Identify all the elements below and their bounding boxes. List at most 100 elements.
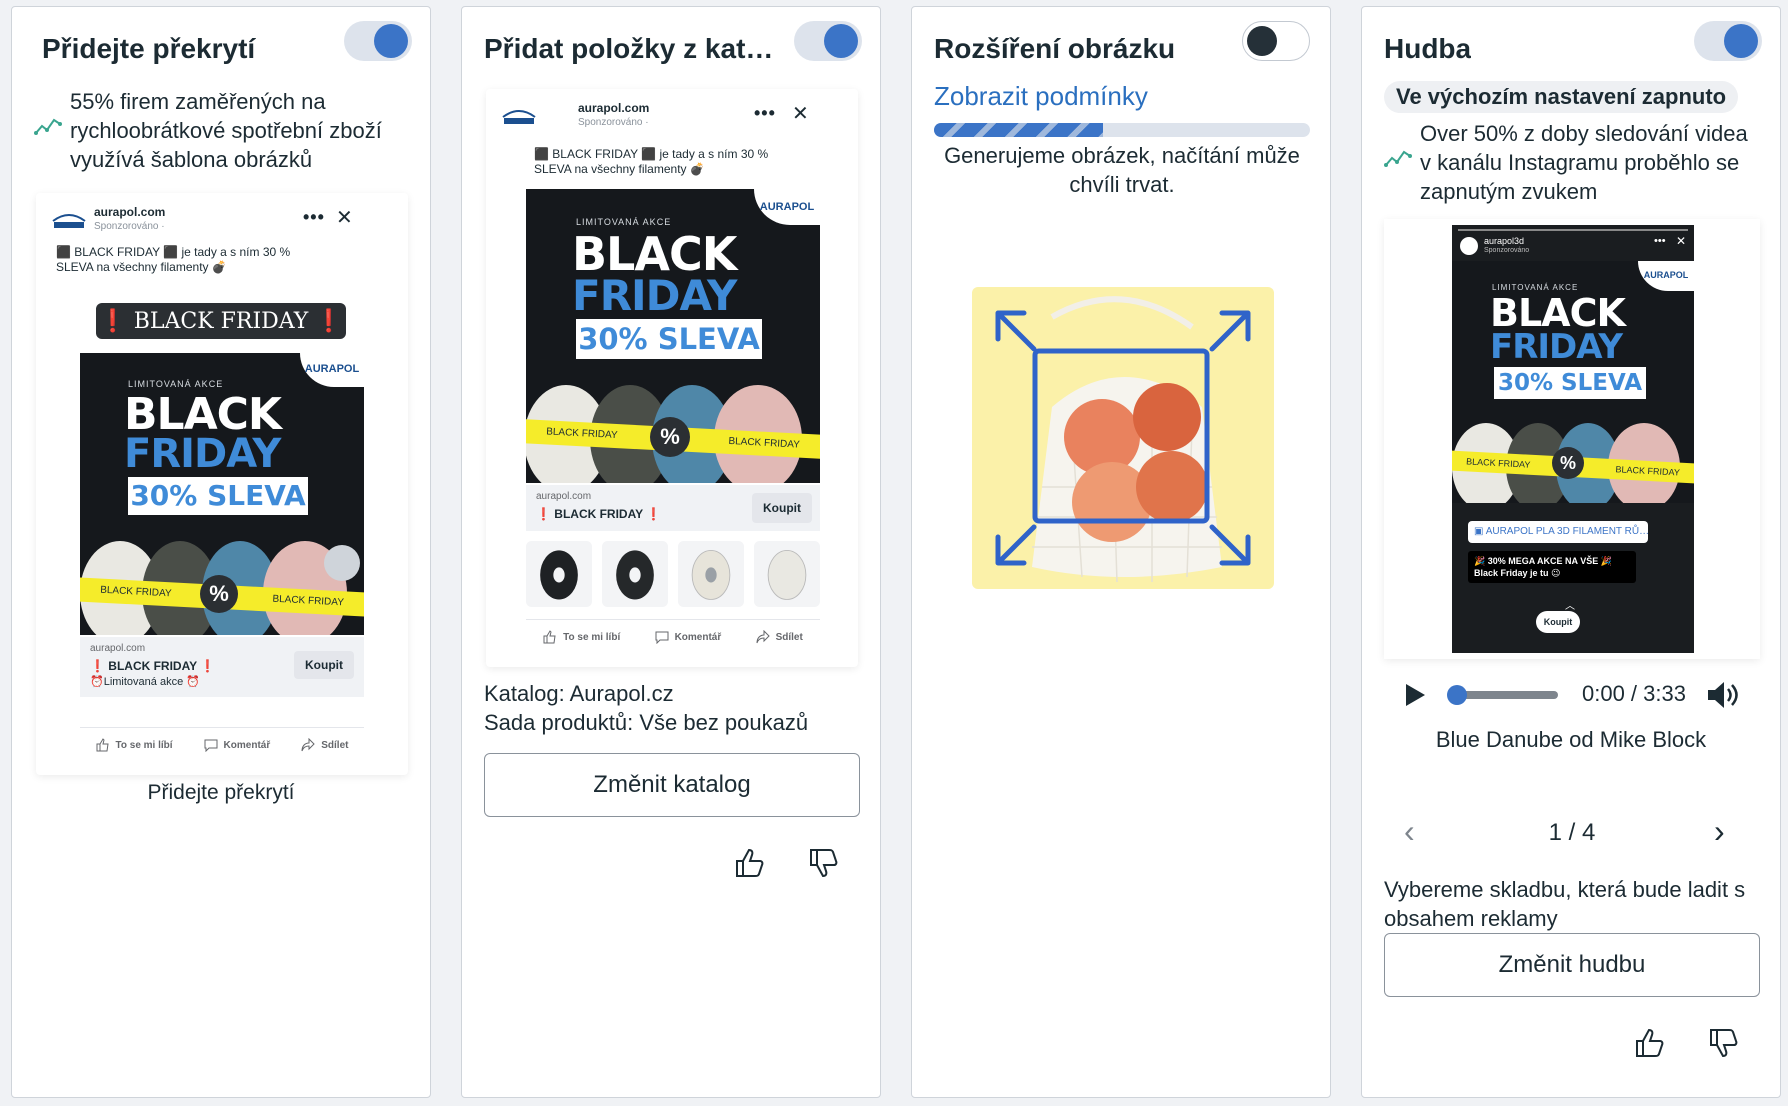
card-music: Hudba Ve výchozím nastavení zapnuto Over… bbox=[1361, 6, 1781, 1098]
preview-caption: Přidejte překrytí bbox=[147, 781, 295, 804]
card-title: Přidejte překrytí bbox=[42, 33, 256, 64]
comment-action[interactable]: Komentář bbox=[204, 738, 270, 752]
story-preview: aurapol3d Sponzorováno ••• ✕ AURAPOL LIM… bbox=[1384, 219, 1760, 659]
seek-thumb[interactable] bbox=[1447, 685, 1467, 705]
comment-action[interactable]: Komentář bbox=[655, 630, 722, 644]
close-icon[interactable]: ✕ bbox=[792, 101, 809, 126]
cta-button[interactable]: Koupit bbox=[752, 493, 812, 523]
card-image-expansion: Rozšíření obrázku Zobrazit podmínky Gene… bbox=[911, 6, 1331, 1098]
cta-title: ❗ BLACK FRIDAY ❗ bbox=[90, 659, 216, 673]
product-thumbnail[interactable] bbox=[526, 539, 592, 609]
change-music-button[interactable]: Změnit hudbu bbox=[1384, 933, 1760, 997]
play-icon[interactable] bbox=[1400, 681, 1428, 709]
image-expansion-illustration bbox=[972, 287, 1274, 589]
catalog-product-carousel[interactable] bbox=[526, 539, 820, 611]
toggle-knob bbox=[374, 24, 408, 58]
band-text-right: BLACK FRIDAY bbox=[272, 593, 345, 609]
poster-label: LIMITOVANÁ AKCE bbox=[576, 217, 672, 227]
cta-site: aurapol.com bbox=[90, 643, 146, 654]
comment-icon bbox=[204, 739, 218, 752]
chevron-right-icon[interactable]: › bbox=[1714, 813, 1725, 850]
product-thumbnail[interactable] bbox=[754, 539, 820, 609]
brand-logo-icon bbox=[502, 110, 536, 124]
overlay-banner: ❗ BLACK FRIDAY ❗ bbox=[96, 303, 346, 339]
music-description: Vybereme skladbu, která bude ladit s obs… bbox=[1384, 877, 1746, 931]
ad-actions: To se mi líbí Komentář Sdílet bbox=[80, 727, 364, 752]
progress-fill bbox=[934, 123, 1104, 137]
story-sponsored: Sponzorováno bbox=[1484, 247, 1530, 254]
volume-icon[interactable] bbox=[1706, 679, 1742, 711]
band-text-right: BLACK FRIDAY bbox=[728, 435, 801, 451]
story-avatar bbox=[1460, 237, 1478, 255]
band-text-left: BLACK FRIDAY bbox=[99, 584, 172, 600]
comment-label: Komentář bbox=[674, 631, 722, 643]
like-action[interactable]: To se mi líbí bbox=[543, 630, 620, 644]
view-terms-link[interactable]: Zobrazit podmínky bbox=[934, 81, 1148, 112]
overlay-toggle[interactable] bbox=[344, 21, 412, 61]
song-title: Blue Danube od Mike Block bbox=[1435, 727, 1707, 752]
more-icon[interactable]: ••• bbox=[754, 103, 776, 124]
comment-icon bbox=[655, 631, 669, 644]
card-overlay: Přidejte překrytí 55% firem zaměřených n… bbox=[11, 6, 431, 1098]
product-set-line: Sada produktů: Vše bez poukazů bbox=[484, 710, 809, 735]
cta-sub: ⏰Limitovaná akce ⏰ bbox=[90, 676, 200, 688]
story-progress bbox=[1458, 229, 1688, 231]
ad-preview: aurapol.com Sponzorováno · ••• ✕ ⬛ BLACK… bbox=[36, 193, 408, 775]
product-thumbnail[interactable] bbox=[678, 539, 744, 609]
seek-track[interactable] bbox=[1454, 691, 1558, 699]
more-icon[interactable]: ••• bbox=[303, 207, 325, 228]
like-label: To se mi líbí bbox=[563, 631, 621, 643]
stat: Over 50% z doby sledování videa v kanálu… bbox=[1384, 119, 1764, 209]
percent-badge: % bbox=[650, 417, 690, 457]
player-time: 0:00 / 3:33 bbox=[1582, 681, 1686, 706]
toggle-knob bbox=[824, 24, 858, 58]
ad-header: aurapol.com Sponzorováno · ••• ✕ bbox=[486, 89, 858, 143]
share-action[interactable]: Sdílet bbox=[756, 630, 803, 644]
more-icon[interactable]: ••• bbox=[1654, 235, 1666, 247]
close-icon[interactable]: ✕ bbox=[1676, 234, 1686, 248]
stat-text: 55% firem zaměřených na rychloobrátkové … bbox=[70, 89, 382, 172]
share-action[interactable]: Sdílet bbox=[301, 738, 348, 752]
stat: 55% firem zaměřených na rychloobrátkové … bbox=[34, 87, 414, 177]
percent-badge: % bbox=[200, 575, 238, 613]
thumbs-down-icon[interactable] bbox=[808, 847, 840, 879]
thumbs-down-icon[interactable] bbox=[1708, 1027, 1740, 1059]
card-title: Přidat položky z katal… bbox=[484, 33, 784, 64]
trend-line-icon bbox=[34, 118, 62, 135]
product-tag[interactable]: ▣ AURAPOL PLA 3D FILAMENT RŮ… bbox=[1468, 521, 1648, 543]
like-action[interactable]: To se mi líbí bbox=[96, 738, 173, 752]
image-expansion-toggle[interactable] bbox=[1242, 21, 1310, 61]
poster-discount: 30% SLEVA bbox=[576, 319, 762, 359]
catalog-toggle[interactable] bbox=[794, 21, 862, 61]
product-thumbnail[interactable] bbox=[602, 539, 668, 609]
thumbs-up-icon[interactable] bbox=[734, 847, 766, 879]
poster-discount: 30% SLEVA bbox=[1494, 367, 1646, 399]
like-label: To se mi líbí bbox=[115, 739, 173, 751]
cta-button[interactable]: Koupit bbox=[294, 651, 354, 679]
like-icon bbox=[96, 738, 109, 752]
like-icon bbox=[543, 630, 556, 644]
share-label: Sdílet bbox=[775, 631, 803, 643]
ad-sponsored: Sponzorováno · bbox=[94, 221, 165, 232]
card-title: Hudba bbox=[1384, 33, 1472, 64]
ad-site: aurapol.com bbox=[578, 101, 650, 115]
share-label: Sdílet bbox=[321, 739, 349, 751]
story-frame: aurapol3d Sponzorováno ••• ✕ AURAPOL LIM… bbox=[1452, 225, 1694, 653]
change-catalog-button[interactable]: Změnit katalog bbox=[484, 753, 860, 817]
music-toggle[interactable] bbox=[1694, 21, 1762, 61]
band-text-left: BLACK FRIDAY bbox=[1465, 456, 1531, 470]
brand-logo: AURAPOL bbox=[754, 189, 820, 225]
ad-site: aurapol.com bbox=[94, 205, 166, 219]
ad-actions: To se mi líbí Komentář Sdílet bbox=[526, 619, 820, 644]
ad-header: aurapol.com Sponzorováno · ••• ✕ bbox=[36, 193, 408, 247]
poster-discount: 30% SLEVA bbox=[128, 477, 308, 515]
stat-text: Over 50% z doby sledování videa v kanálu… bbox=[1420, 121, 1748, 204]
story-cta-button[interactable]: Koupit bbox=[1536, 611, 1580, 633]
thumbs-up-icon[interactable] bbox=[1634, 1027, 1666, 1059]
progress-text: Generujeme obrázek, načítání může chvíli… bbox=[944, 143, 1300, 197]
progress-bar bbox=[934, 123, 1310, 137]
close-icon[interactable]: ✕ bbox=[336, 205, 353, 230]
toggle-knob bbox=[1247, 26, 1277, 56]
toggle-knob bbox=[1724, 24, 1758, 58]
ad-cta-row: aurapol.com ❗ BLACK FRIDAY ❗ Koupit bbox=[526, 485, 820, 531]
